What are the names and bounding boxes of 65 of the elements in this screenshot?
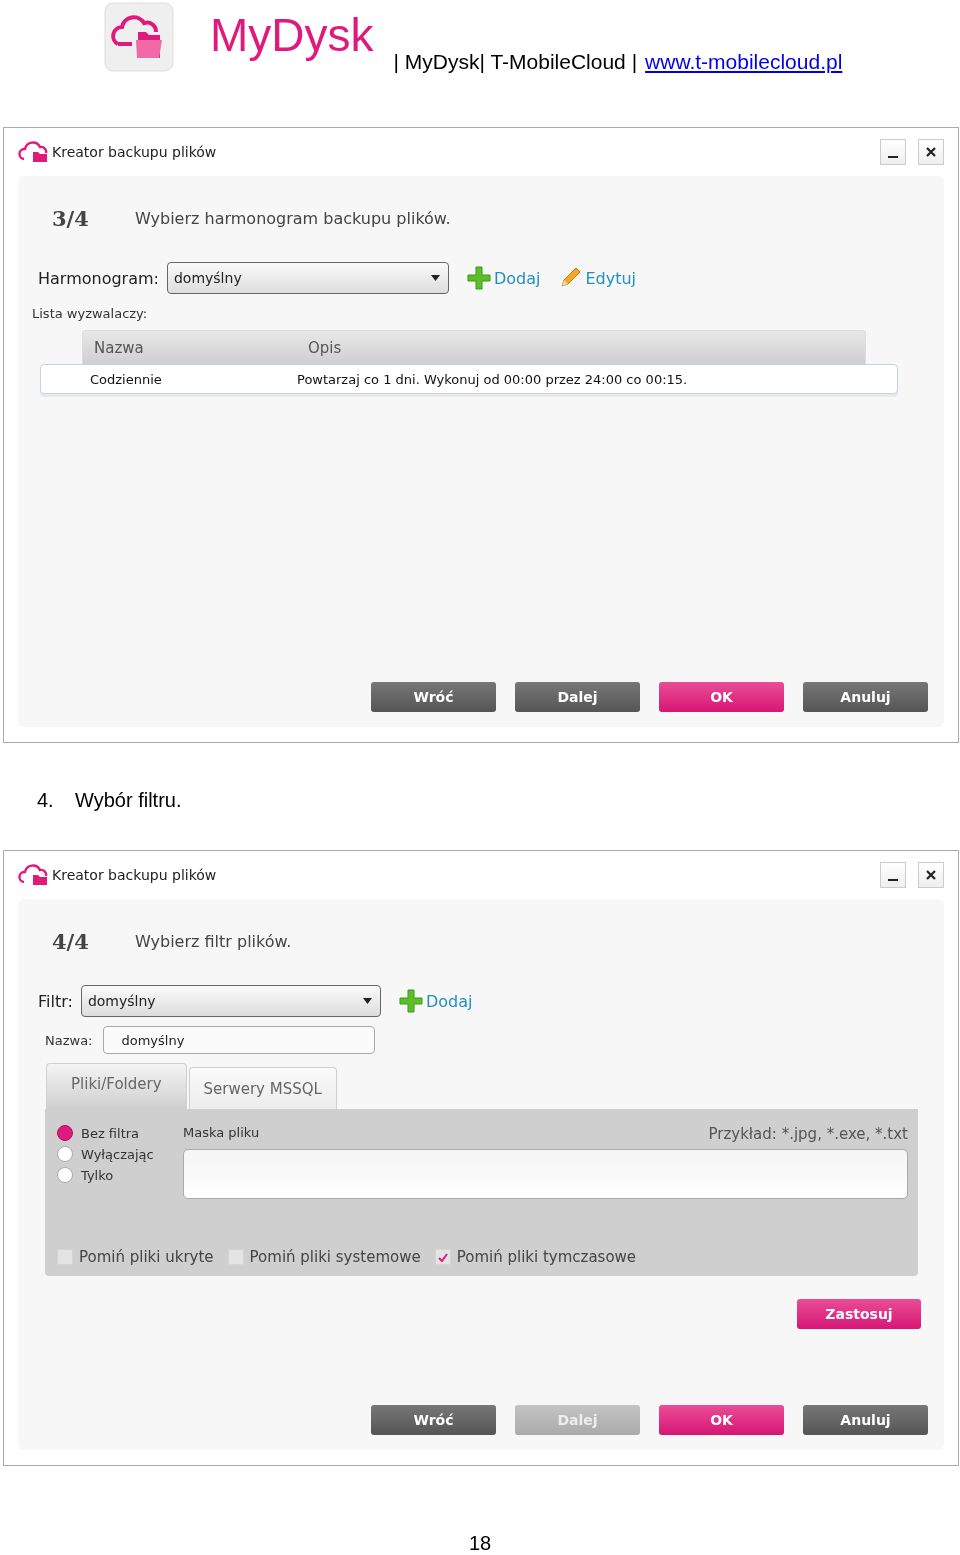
column-header: Opis: [308, 338, 343, 357]
radio-option[interactable]: Bez filtra: [57, 1125, 163, 1141]
radio-button[interactable]: [57, 1167, 73, 1183]
example-hint: Przykład: *.jpg, *.exe, *.txt: [708, 1125, 908, 1143]
cloud-icon: [18, 141, 48, 163]
action-link[interactable]: Dodaj: [466, 266, 541, 290]
instruction: Wybierz filtr plików.: [135, 931, 292, 951]
column-header: Nazwa: [94, 338, 145, 357]
minimize-button[interactable]: [880, 862, 906, 888]
close-button[interactable]: [918, 139, 944, 165]
caption-number: 4.: [37, 789, 55, 812]
list-label: Lista wyzwalaczy:: [31, 306, 149, 323]
wizard-button[interactable]: OK: [659, 682, 784, 712]
step-counter: 3/4: [52, 205, 90, 231]
plus-icon: [398, 989, 423, 1013]
apply-button[interactable]: Zastosuj: [797, 1299, 921, 1329]
name-field[interactable]: domyślny: [102, 1026, 375, 1054]
action-link[interactable]: Dodaj: [398, 989, 473, 1013]
window-title: Kreator backupu plików: [52, 144, 217, 160]
checkbox[interactable]: [434, 1249, 451, 1265]
cloud-icon: [18, 864, 48, 886]
minimize-icon: [888, 879, 898, 881]
close-icon: [925, 146, 937, 158]
app-logo-icon: [104, 2, 174, 72]
table-row[interactable]: Codziennie Powtarzaj co 1 dni. Wykonuj od 00:00 przez 24:00 co 00:15.: [40, 364, 898, 394]
wizard-button[interactable]: Anuluj: [803, 682, 928, 712]
pencil-icon: [558, 266, 583, 290]
window-title: Kreator backupu plików: [52, 867, 217, 883]
close-button[interactable]: [918, 862, 944, 888]
page-number: 18: [467, 1532, 493, 1550]
minimize-icon: [888, 156, 898, 158]
website-link[interactable]: www.t-mobilecloud.pl: [645, 50, 843, 74]
check-icon: [437, 1252, 448, 1262]
wizard-button[interactable]: Wróć: [371, 1405, 496, 1435]
tab[interactable]: Pliki/Foldery: [46, 1063, 187, 1109]
radio-button[interactable]: [57, 1146, 73, 1162]
plus-icon: [466, 266, 491, 290]
tab[interactable]: Serwery MSSQL: [188, 1067, 337, 1109]
caret-icon: [430, 275, 440, 281]
breadcrumb: | MyDysk| T-MobileCloud |: [393, 50, 638, 74]
mask-label: Maska pliku: [183, 1125, 260, 1142]
action-link[interactable]: Edytuj: [558, 266, 637, 290]
wizard-button[interactable]: Dalej: [515, 682, 640, 712]
selector-label: Filtr:: [38, 991, 73, 1011]
radio-option[interactable]: Wyłączając: [57, 1146, 163, 1162]
wizard-button[interactable]: Wróć: [371, 682, 496, 712]
step-counter: 4/4: [52, 928, 90, 954]
caption-text: Wybór filtru.: [75, 789, 182, 812]
minimize-button[interactable]: [880, 139, 906, 165]
checkbox-option[interactable]: Pomiń pliki ukryte: [57, 1248, 214, 1266]
wizard-button[interactable]: Anuluj: [803, 1405, 928, 1435]
caret-icon: [362, 998, 372, 1004]
checkbox-option[interactable]: Pomiń pliki systemowe: [227, 1248, 421, 1266]
radio-button[interactable]: [57, 1125, 73, 1141]
close-icon: [925, 869, 937, 881]
dropdown[interactable]: domyślny: [80, 985, 381, 1017]
instruction: Wybierz harmonogram backupu plików.: [135, 208, 451, 228]
dropdown[interactable]: domyślny: [166, 262, 449, 294]
name-label: Nazwa:: [45, 1032, 93, 1048]
checkbox-option[interactable]: Pomiń pliki tymczasowe: [434, 1248, 637, 1266]
selector-label: Harmonogram:: [38, 268, 159, 288]
wizard-button[interactable]: OK: [659, 1405, 784, 1435]
radio-option[interactable]: Tylko: [57, 1167, 163, 1183]
mask-field[interactable]: [183, 1149, 908, 1199]
app-name: MyDysk: [210, 8, 374, 62]
